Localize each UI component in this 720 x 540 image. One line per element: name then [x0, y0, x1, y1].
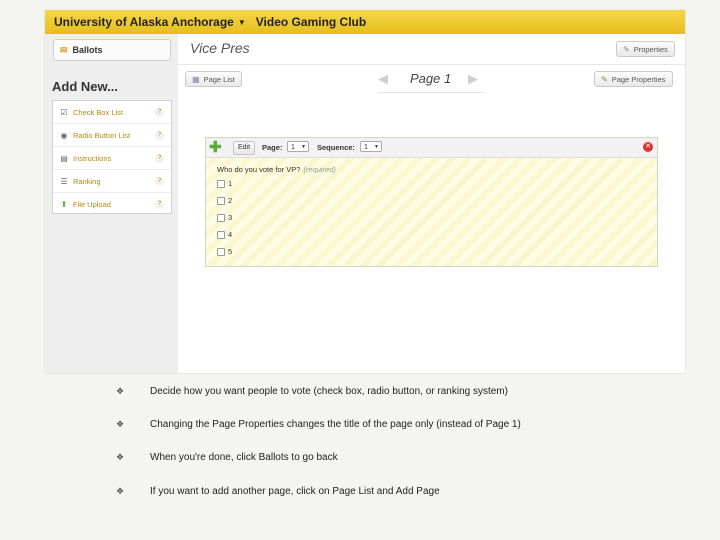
- diamond-bullet-icon: ❖: [116, 386, 125, 396]
- option-label: 1: [228, 179, 233, 188]
- arrow-left-icon[interactable]: ◀: [378, 71, 388, 87]
- note-text: Decide how you want people to vote (chec…: [150, 386, 508, 397]
- help-icon[interactable]: ?: [155, 107, 164, 117]
- option-label: 5: [228, 247, 233, 256]
- page-properties-button-label: Page Properties: [611, 74, 666, 84]
- arrow-right-icon[interactable]: ▶: [468, 71, 478, 87]
- sequence-select-value: 1: [364, 144, 368, 151]
- current-page-label: Page 1: [410, 71, 452, 86]
- option-item[interactable]: 3: [217, 213, 232, 222]
- add-item-check-box-list[interactable]: ☑ Check Box List ?: [53, 101, 171, 124]
- help-icon[interactable]: ?: [155, 199, 164, 209]
- add-item-label: Radio Button List: [73, 130, 131, 140]
- sequence-select-label: Sequence:: [317, 143, 355, 152]
- add-new-list: ☑ Check Box List ? ◉ Radio Button List ?…: [52, 100, 172, 214]
- app-screenshot: University of Alaska Anchorage ▼ Video G…: [45, 10, 685, 373]
- add-item-radio-button-list[interactable]: ◉ Radio Button List ?: [53, 124, 171, 147]
- pager-underline: [378, 92, 483, 93]
- page-list-button[interactable]: ▦ Page List: [185, 71, 242, 87]
- note-text: Changing the Page Properties changes the…: [150, 419, 521, 430]
- checkbox-list-icon: ☑: [60, 107, 68, 117]
- help-icon[interactable]: ?: [155, 176, 164, 186]
- checkbox[interactable]: [217, 196, 225, 205]
- page-properties-button[interactable]: ✎ Page Properties: [594, 71, 673, 87]
- edit-page-icon: ✎: [601, 74, 608, 84]
- note-text: When you're done, click Ballots to go ba…: [150, 452, 338, 463]
- required-label: (required): [303, 165, 336, 174]
- properties-button-label: Properties: [633, 44, 668, 54]
- diamond-bullet-icon: ❖: [116, 486, 125, 496]
- ranking-icon: ☰: [60, 176, 68, 186]
- help-icon[interactable]: ?: [155, 153, 164, 163]
- option-label: 3: [228, 213, 233, 222]
- question-panel: ✚ Edit Page: 1 ▼ Sequence: 1 ▼ ✕ Who do …: [205, 137, 658, 267]
- upload-icon: ⬆: [60, 199, 68, 209]
- chevron-down-icon: ▼: [301, 144, 306, 150]
- add-item-instructions[interactable]: ▤ Instructions ?: [53, 147, 171, 170]
- question-text: Who do you vote for VP? (required): [217, 165, 336, 174]
- delete-icon[interactable]: ✕: [643, 142, 653, 152]
- option-label: 2: [228, 196, 233, 205]
- option-item[interactable]: 1: [217, 179, 232, 188]
- add-new-title: Add New...: [52, 79, 118, 94]
- tag-icon: ✎: [623, 44, 630, 54]
- page-title: Vice Pres: [190, 40, 250, 56]
- option-item[interactable]: 5: [217, 247, 232, 256]
- note-item: ❖ If you want to add another page, click…: [116, 486, 440, 497]
- ballots-button[interactable]: ✉ Ballots: [53, 39, 171, 61]
- option-item[interactable]: 2: [217, 196, 232, 205]
- option-item[interactable]: 4: [217, 230, 232, 239]
- org-name: University of Alaska Anchorage: [54, 15, 234, 29]
- instructions-icon: ▤: [60, 153, 68, 163]
- sequence-select[interactable]: 1 ▼: [360, 141, 382, 152]
- page-select[interactable]: 1 ▼: [287, 141, 309, 152]
- help-icon[interactable]: ?: [155, 130, 164, 140]
- club-name[interactable]: Video Gaming Club: [256, 15, 366, 29]
- ballot-icon: ✉: [60, 44, 68, 55]
- note-item: ❖ Decide how you want people to vote (ch…: [116, 386, 508, 397]
- main-area: Vice Pres ✎ Properties ▦ Page List ◀ Pag…: [178, 34, 685, 373]
- option-label: 4: [228, 230, 233, 239]
- radio-list-icon: ◉: [60, 130, 68, 140]
- chevron-down-icon: ▼: [237, 17, 246, 27]
- page-select-label: Page:: [262, 143, 283, 152]
- add-icon[interactable]: ✚: [209, 138, 222, 156]
- add-item-label: Ranking: [73, 176, 101, 186]
- edit-button[interactable]: Edit: [233, 141, 256, 155]
- note-item: ❖ When you're done, click Ballots to go …: [116, 452, 338, 463]
- checkbox[interactable]: [217, 179, 225, 188]
- add-item-file-upload[interactable]: ⬆ File Upload ?: [53, 193, 171, 215]
- checkbox[interactable]: [217, 247, 225, 256]
- checkbox[interactable]: [217, 213, 225, 222]
- diamond-bullet-icon: ❖: [116, 452, 125, 462]
- diamond-bullet-icon: ❖: [116, 419, 125, 429]
- add-item-label: Check Box List: [73, 107, 124, 117]
- add-item-label: Instructions: [73, 153, 112, 163]
- chevron-down-icon: ▼: [374, 144, 379, 150]
- page-select-value: 1: [291, 144, 295, 151]
- question-label: Who do you vote for VP?: [217, 165, 301, 174]
- checkbox[interactable]: [217, 230, 225, 239]
- ballots-button-label: Ballots: [72, 45, 103, 55]
- page-list-button-label: Page List: [203, 74, 235, 84]
- page-navigator: ◀ Page 1 ▶: [378, 69, 483, 93]
- question-toolbar: ✚ Edit Page: 1 ▼ Sequence: 1 ▼ ✕: [206, 138, 657, 158]
- page-list-icon: ▦: [192, 74, 200, 84]
- note-item: ❖ Changing the Page Properties changes t…: [116, 419, 521, 430]
- org-selector[interactable]: University of Alaska Anchorage ▼: [54, 15, 246, 29]
- add-item-label: File Upload: [73, 199, 111, 209]
- add-item-ranking[interactable]: ☰ Ranking ?: [53, 170, 171, 193]
- left-sidebar: ✉ Ballots Add New... ☑ Check Box List ? …: [45, 34, 178, 373]
- divider: [178, 64, 685, 65]
- properties-button[interactable]: ✎ Properties: [616, 41, 675, 57]
- top-bar: University of Alaska Anchorage ▼ Video G…: [45, 10, 685, 35]
- note-text: If you want to add another page, click o…: [150, 486, 440, 497]
